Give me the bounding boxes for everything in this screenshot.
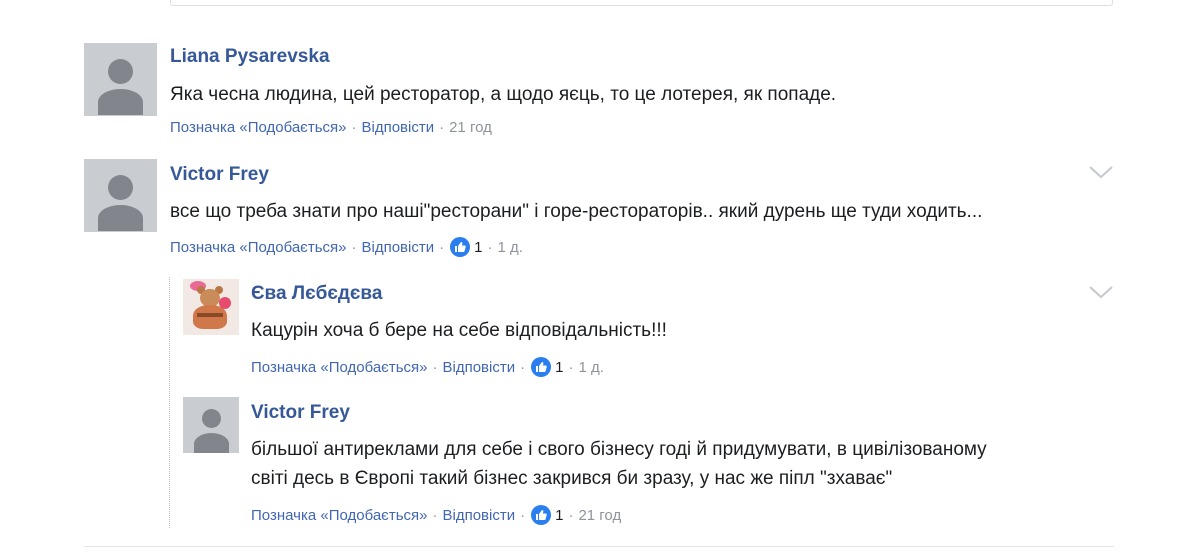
reply-link[interactable]: Відповісти [361,239,434,256]
separator: · [487,238,493,256]
default-avatar-icon [108,59,133,84]
comment-author[interactable]: Єва Лєбєдєва [251,283,382,305]
reaction-count[interactable]: 1 [555,507,563,524]
reaction-count[interactable]: 1 [474,239,482,256]
reply-link[interactable]: Відповісти [442,359,515,376]
thumbs-up-icon[interactable] [531,505,552,525]
timestamp[interactable]: 21 год [578,507,621,524]
separator: · [351,238,357,256]
comment-actions: Позначка «Подобається» · Відповісти · 21… [170,119,492,136]
avatar[interactable] [183,279,239,335]
like-link[interactable]: Позначка «Подобається» [170,239,346,256]
avatar[interactable] [84,159,157,232]
separator: · [568,358,574,376]
separator: · [520,506,526,524]
separator: · [432,358,438,376]
comment-text: все що треба знати про наші"ресторани" і… [170,201,983,222]
like-link[interactable]: Позначка «Подобається» [170,119,346,136]
comment-author[interactable]: Liana Pysarevska [170,46,330,68]
timestamp[interactable]: 1 д. [578,359,603,376]
thumbs-up-icon[interactable] [531,357,552,377]
chevron-down-icon[interactable] [1088,284,1114,300]
comment-author[interactable]: Victor Frey [170,164,269,186]
timestamp[interactable]: 21 год [449,119,492,136]
reply-link[interactable]: Відповісти [361,119,434,136]
comment-actions: Позначка «Подобається» · Відповісти · 1 … [251,357,604,377]
thumbs-up-icon[interactable] [450,237,471,257]
reply-link[interactable]: Відповісти [442,507,515,524]
avatar[interactable] [183,397,239,453]
default-avatar-icon [108,175,133,200]
chevron-down-icon[interactable] [1088,164,1114,180]
divider [84,546,1114,547]
avatar[interactable] [84,43,157,116]
comment-actions: Позначка «Подобається» · Відповісти · 1 … [251,505,621,525]
reaction-count[interactable]: 1 [555,359,563,376]
reply-thread-line [169,277,170,528]
comment-actions: Позначка «Подобається» · Відповісти · 1 … [170,237,523,257]
timestamp[interactable]: 1 д. [497,239,522,256]
separator: · [351,119,357,136]
comment-text-line: більшої антиреклами для себе і свого біз… [251,439,987,460]
separator: · [439,119,445,136]
separator: · [439,238,445,256]
separator: · [568,506,574,524]
comment-text: Кацурін хоча б бере на себе відповідальн… [251,320,667,341]
comment-text: Яка чесна людина, цей ресторатор, а щодо… [170,84,837,105]
comment-text-line: світі десь в Європі такий бізнес закривс… [251,468,893,489]
like-link[interactable]: Позначка «Подобається» [251,359,427,376]
separator: · [432,506,438,524]
comment-author[interactable]: Victor Frey [251,402,350,424]
like-link[interactable]: Позначка «Подобається» [251,507,427,524]
comment-input-box[interactable] [170,0,1113,6]
default-avatar-icon [202,409,221,428]
separator: · [520,358,526,376]
